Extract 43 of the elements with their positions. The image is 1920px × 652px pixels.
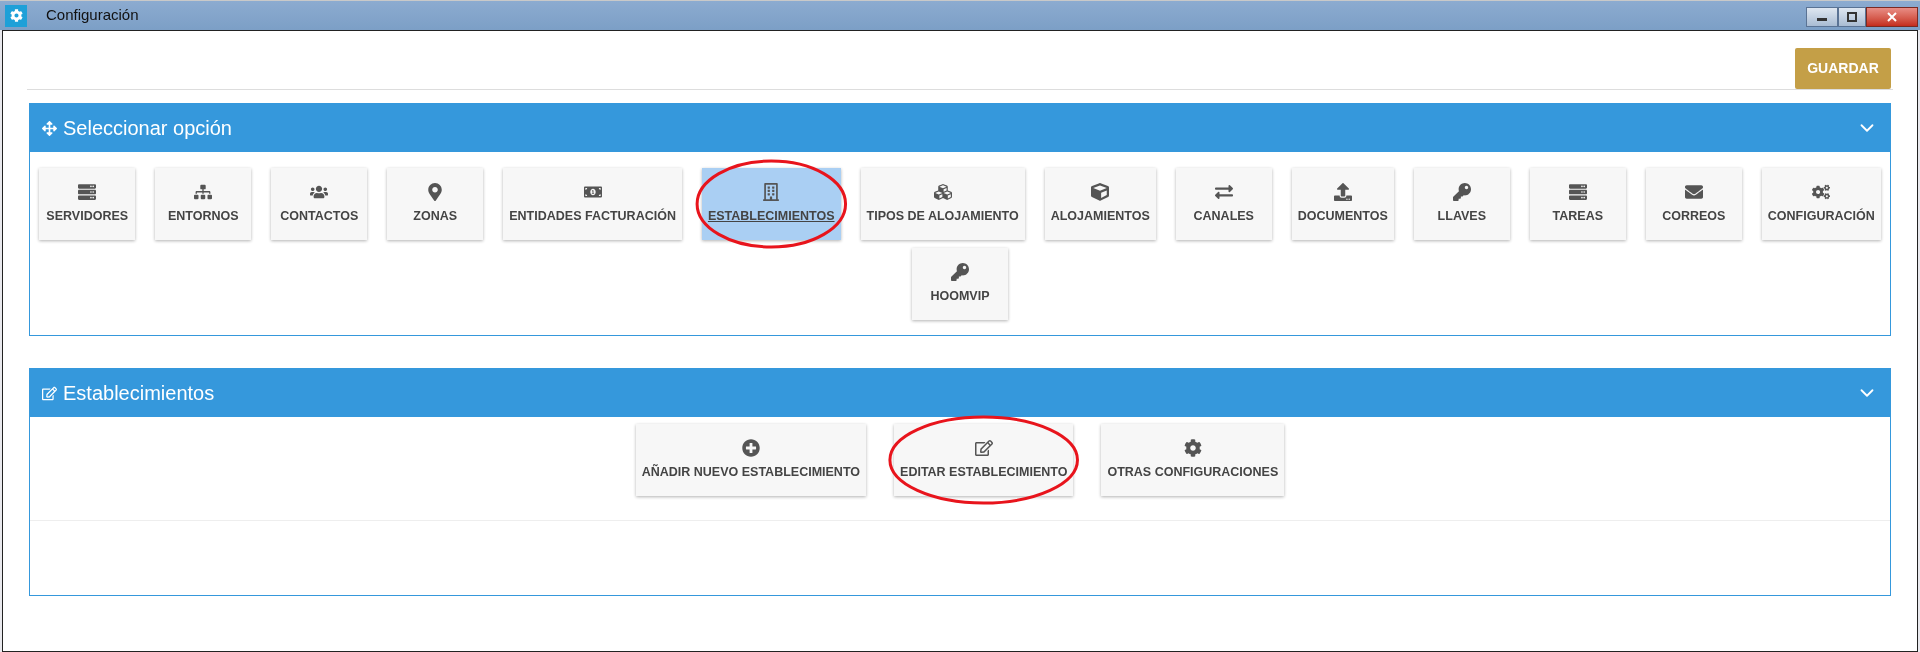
server-stack-icon — [78, 182, 97, 201]
option-tile[interactable]: TIPOS DE ALOJAMIENTO — [860, 168, 1025, 240]
envelope-icon — [1684, 182, 1703, 201]
settings-icon — [1183, 438, 1202, 457]
cubes-icon — [933, 182, 952, 201]
panel-title: Establecimientos — [63, 381, 215, 406]
option-tile[interactable]: ZONAS — [387, 168, 484, 240]
window-title: Configuración — [46, 5, 139, 26]
option-tile[interactable]: TAREAS — [1529, 168, 1626, 240]
option-tile[interactable]: EDITAR ESTABLECIMIENTO — [894, 424, 1074, 496]
option-tile[interactable]: CONTACTOS — [271, 168, 368, 240]
option-tile[interactable]: LLAVES — [1413, 168, 1510, 240]
option-tile[interactable]: AÑADIR NUEVO ESTABLECIMIENTO — [635, 424, 867, 496]
move-arrows-icon — [42, 120, 57, 136]
option-tile[interactable]: CONFIGURACIÓN — [1761, 168, 1881, 240]
edit-icon — [42, 385, 57, 401]
minimize-button[interactable] — [1806, 6, 1838, 27]
map-pin-icon — [426, 182, 445, 201]
exchange-arrows-icon — [1214, 182, 1233, 201]
key-icon — [1452, 182, 1471, 201]
option-tile[interactable]: OTRAS CONFIGURACIONES — [1101, 424, 1285, 496]
restore-button[interactable] — [1838, 6, 1866, 27]
cube-icon — [1091, 182, 1110, 201]
option-tile[interactable]: ESTABLECIMIENTOS — [701, 168, 841, 240]
close-icon — [1887, 11, 1897, 22]
stacked-bars-icon — [1568, 182, 1587, 201]
option-tile[interactable]: CORREOS — [1645, 168, 1742, 240]
option-tile[interactable]: ENTORNOS — [155, 168, 252, 240]
option-tile[interactable]: DOCUMENTOS — [1291, 168, 1394, 240]
hierarchy-icon — [194, 182, 213, 201]
gears-icon — [1812, 182, 1831, 201]
edit-icon — [974, 438, 993, 457]
app-gear-icon — [5, 4, 27, 27]
option-tile[interactable]: CANALES — [1175, 168, 1272, 240]
upload-icon — [1333, 182, 1352, 201]
close-button[interactable] — [1866, 6, 1918, 27]
option-tile[interactable]: ALOJAMIENTOS — [1044, 168, 1156, 240]
option-tile[interactable]: ENTIDADES FACTURACIÓN — [503, 168, 682, 240]
building-icon — [762, 182, 781, 201]
key-icon — [951, 262, 969, 281]
option-tile[interactable]: SERVIDORES — [39, 168, 136, 240]
panel-title: Seleccionar opción — [63, 116, 232, 141]
option-tile[interactable]: HOOMVIP — [912, 248, 1008, 320]
